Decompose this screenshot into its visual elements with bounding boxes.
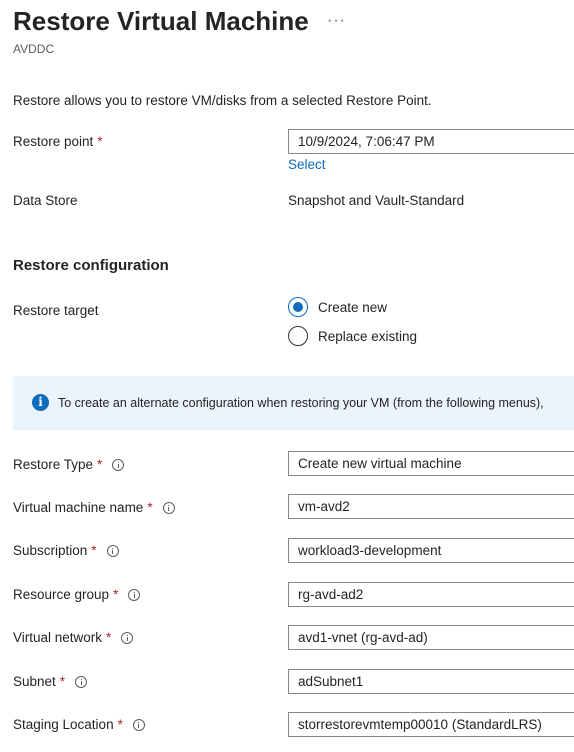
required-marker: *	[91, 543, 97, 558]
description-text: Restore allows you to restore VM/disks f…	[13, 93, 432, 108]
vm-name-label: Virtual machine name *	[13, 500, 175, 515]
info-banner-text: To create an alternate configuration whe…	[58, 396, 544, 410]
virtual-network-label-text: Virtual network	[13, 630, 103, 645]
required-marker: *	[59, 674, 66, 689]
radio-replace-existing-label: Replace existing	[318, 328, 418, 344]
required-marker: *	[113, 587, 119, 602]
info-icon[interactable]	[132, 718, 145, 731]
data-store-label: Data Store	[13, 193, 78, 208]
restore-type-dropdown[interactable]: Create new virtual machine	[288, 451, 574, 476]
radio-replace-existing-indicator[interactable]	[288, 326, 308, 346]
subscription-dropdown[interactable]: workload3-development	[288, 538, 574, 563]
virtual-network-dropdown[interactable]: avd1-vnet (rg-avd-ad)	[288, 625, 574, 650]
page-title: Restore Virtual Machine	[13, 6, 309, 36]
radio-create-new-indicator[interactable]	[288, 297, 308, 317]
info-icon[interactable]	[128, 588, 141, 601]
select-restore-point-link[interactable]: Select	[288, 157, 326, 172]
restore-type-label-text: Restore Type	[13, 457, 94, 472]
virtual-network-label: Virtual network *	[13, 630, 134, 645]
radio-create-new-label: Create new	[318, 299, 388, 315]
page-subtitle: AVDDC	[13, 42, 55, 56]
resource-group-label-text: Resource group	[13, 587, 110, 602]
info-icon[interactable]	[75, 675, 88, 688]
subscription-label-text: Subscription	[13, 543, 88, 558]
subnet-label-text: Subnet	[13, 674, 56, 689]
info-icon[interactable]	[121, 631, 134, 644]
vm-name-input[interactable]: vm-avd2	[288, 494, 574, 519]
restore-point-label: Restore point *	[13, 134, 103, 149]
resource-group-dropdown[interactable]: rg-avd-ad2	[288, 582, 574, 607]
restore-point-label-text: Restore point	[13, 134, 94, 149]
restore-type-label: Restore Type *	[13, 457, 125, 472]
required-marker: *	[147, 500, 153, 515]
restore-configuration-heading: Restore configuration	[13, 257, 169, 274]
data-store-value: Snapshot and Vault-Standard	[288, 193, 465, 208]
radio-create-new[interactable]: Create new	[288, 297, 387, 317]
restore-target-label: Restore target	[13, 303, 99, 318]
vm-name-label-text: Virtual machine name	[13, 500, 144, 515]
info-icon: i	[32, 394, 49, 411]
info-icon[interactable]	[162, 501, 175, 514]
info-banner: i To create an alternate configuration w…	[13, 376, 574, 430]
subnet-dropdown[interactable]: adSubnet1	[288, 669, 574, 694]
staging-location-label: Staging Location *	[13, 717, 145, 732]
required-marker: *	[117, 717, 123, 732]
subscription-label: Subscription *	[13, 543, 119, 558]
staging-location-label-text: Staging Location	[13, 717, 114, 732]
staging-location-dropdown[interactable]: storrestorevmtemp00010 (StandardLRS)	[288, 712, 574, 737]
info-icon[interactable]	[112, 458, 125, 471]
resource-group-label: Resource group *	[13, 587, 141, 602]
required-marker: *	[97, 457, 103, 472]
more-options-icon[interactable]: ···	[327, 12, 346, 30]
restore-point-field[interactable]: 10/9/2024, 7:06:47 PM	[288, 129, 574, 154]
required-marker: *	[106, 630, 112, 645]
restore-vm-page: Restore Virtual Machine ··· AVDDC Restor…	[0, 0, 574, 752]
radio-replace-existing[interactable]: Replace existing	[288, 326, 417, 346]
required-marker: *	[97, 134, 103, 149]
info-icon[interactable]	[106, 544, 119, 557]
subnet-label: Subnet *	[13, 674, 88, 689]
